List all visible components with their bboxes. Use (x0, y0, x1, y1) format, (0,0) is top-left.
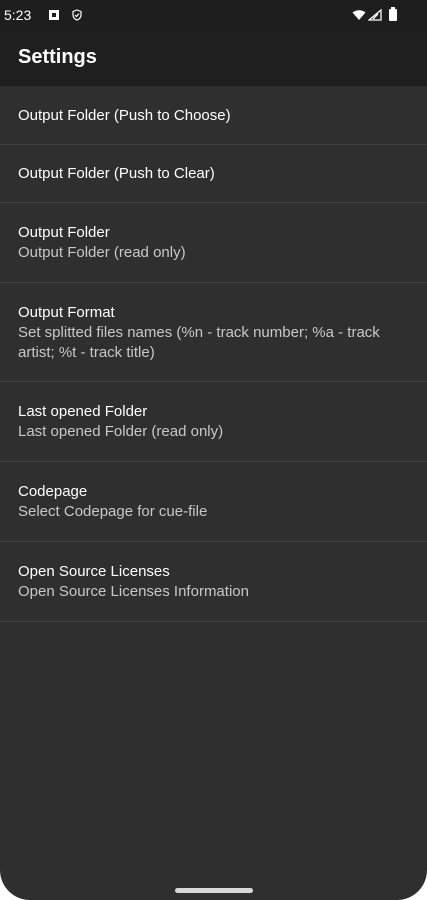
notification-square-icon (48, 8, 60, 20)
setting-open-source-licenses[interactable]: Open Source Licenses Open Source License… (0, 542, 427, 622)
shield-icon (71, 8, 83, 21)
setting-output-folder-clear[interactable]: Output Folder (Push to Clear) (0, 145, 427, 203)
page-title: Settings (18, 46, 97, 68)
gesture-navigation-handle[interactable] (175, 888, 253, 893)
setting-last-opened-folder[interactable]: Last opened Folder Last opened Folder (r… (0, 382, 427, 462)
setting-output-folder-choose[interactable]: Output Folder (Push to Choose) (0, 87, 427, 145)
settings-list: Output Folder (Push to Choose) Output Fo… (0, 87, 427, 622)
setting-codepage[interactable]: Codepage Select Codepage for cue-file (0, 462, 427, 542)
setting-summary: Last opened Folder (read only) (18, 423, 224, 440)
setting-output-folder[interactable]: Output Folder Output Folder (read only) (0, 203, 427, 283)
setting-summary: Set splitted files names (%n - track num… (18, 324, 380, 361)
setting-title: Output Format (18, 304, 115, 321)
app-toolbar: Settings (0, 30, 427, 86)
setting-summary: Open Source Licenses Information (18, 583, 249, 600)
setting-title: Output Folder (18, 224, 110, 241)
status-time: 5:23 (4, 7, 32, 23)
setting-title: Output Folder (Push to Choose) (18, 107, 231, 124)
phone-screen: 5:23 Settings Output Folder (Push to Cho… (0, 0, 427, 900)
setting-title: Output Folder (Push to Clear) (18, 165, 215, 182)
setting-output-format[interactable]: Output Format Set splitted files names (… (0, 283, 427, 382)
wifi-icon (352, 8, 366, 20)
signal-icon (367, 8, 382, 21)
setting-title: Open Source Licenses (18, 563, 170, 580)
setting-title: Last opened Folder (18, 403, 148, 420)
setting-summary: Output Folder (read only) (18, 244, 186, 261)
battery-icon (388, 7, 398, 21)
setting-summary: Select Codepage for cue-file (18, 503, 208, 520)
setting-title: Codepage (18, 483, 88, 500)
status-bar: 5:23 (0, 0, 427, 30)
